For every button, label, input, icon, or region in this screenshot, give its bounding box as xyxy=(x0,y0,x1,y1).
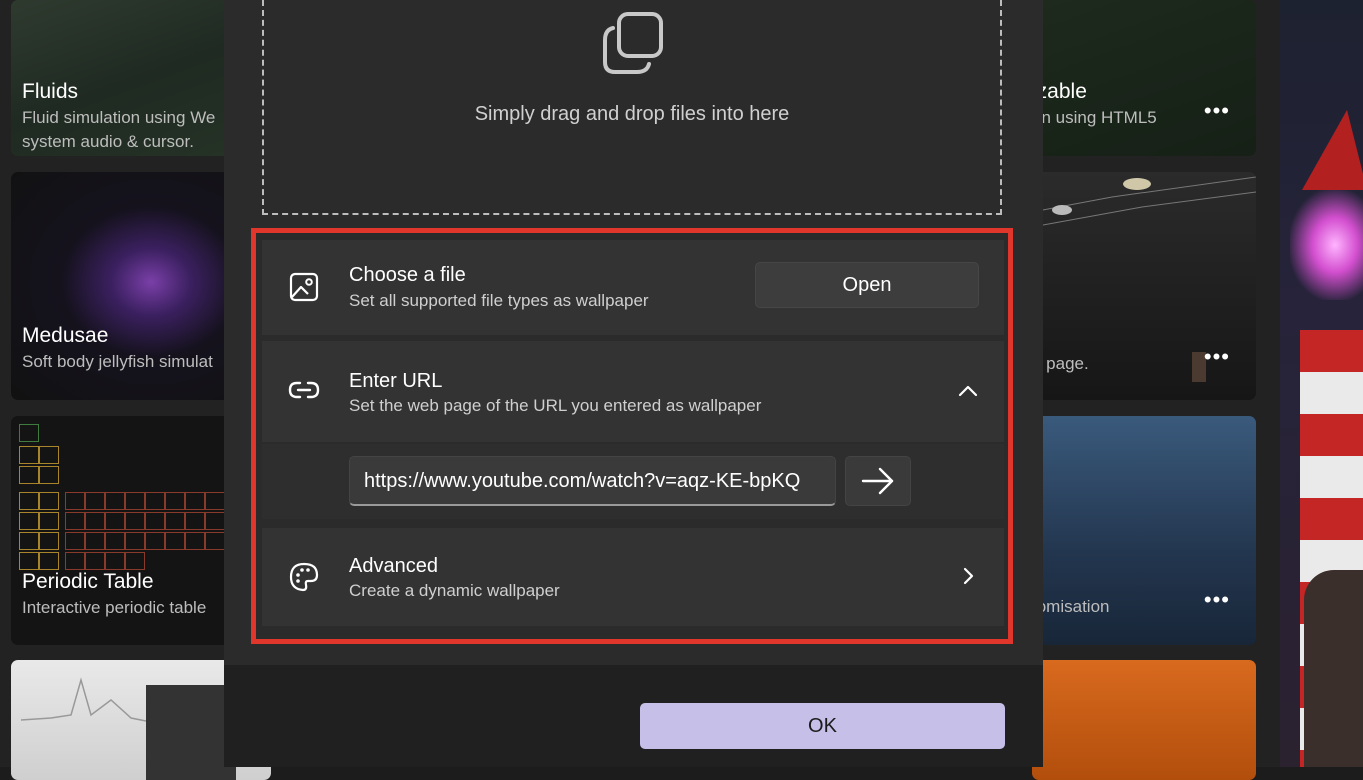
more-options-icon[interactable]: ••• xyxy=(1204,344,1230,370)
wallpaper-card-orange[interactable] xyxy=(1032,660,1256,780)
card-subtitle: system audio & cursor. xyxy=(22,132,194,151)
more-options-icon[interactable]: ••• xyxy=(1204,98,1230,124)
wallpaper-card-web[interactable]: b page. ••• xyxy=(1032,172,1256,400)
drop-zone-text: Simply drag and drop files into here xyxy=(474,103,790,125)
more-options-icon[interactable]: ••• xyxy=(1204,587,1230,613)
wallpaper-card-visualizer[interactable]: izable on using HTML5 ••• xyxy=(1032,0,1256,156)
highlight-box xyxy=(251,228,1013,644)
ok-button[interactable]: OK xyxy=(640,703,1005,749)
card-subtitle: on using HTML5 xyxy=(1032,108,1157,127)
card-subtitle: Fluid simulation using We xyxy=(22,108,216,127)
copy-icon xyxy=(603,12,663,74)
card-subtitle: tomisation xyxy=(1032,597,1110,616)
card-title: Periodic Table xyxy=(22,570,154,593)
card-title: Fluids xyxy=(22,80,79,103)
wallpaper-card-rain[interactable]: tomisation ••• xyxy=(1032,416,1256,645)
card-subtitle: Soft body jellyfish simulat xyxy=(22,352,213,371)
card-subtitle: Interactive periodic table xyxy=(22,598,207,617)
lighthouse-preview xyxy=(1280,0,1363,767)
card-title: Medusae xyxy=(22,324,109,347)
